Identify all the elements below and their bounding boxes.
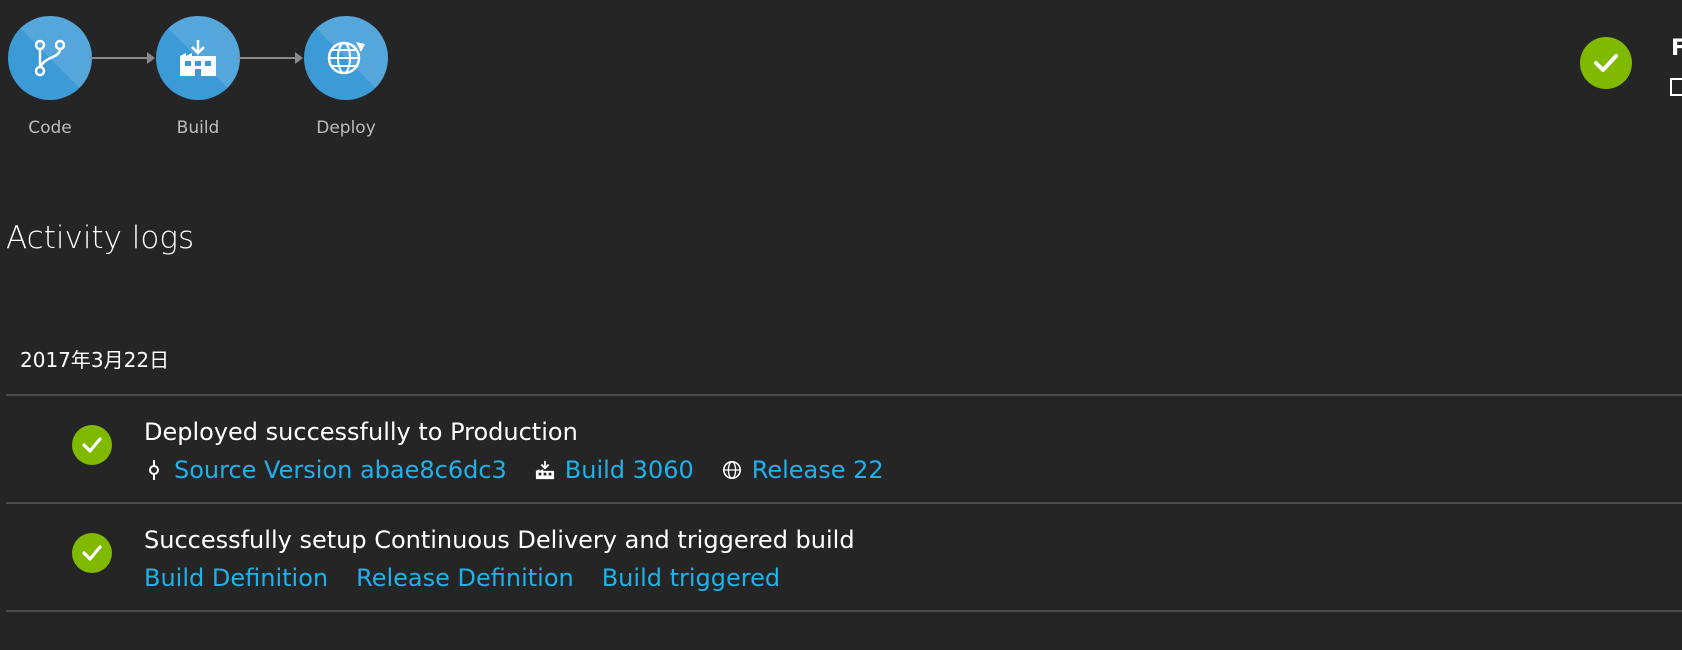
- success-check-icon: [72, 425, 112, 465]
- pipeline-status-success-icon: [1580, 37, 1632, 89]
- checkmark-icon: [1594, 54, 1618, 72]
- release-definition-link-group[interactable]: Release Definition: [356, 564, 574, 592]
- stage-build[interactable]: Build: [153, 16, 243, 138]
- checkmark-icon: [82, 437, 102, 453]
- activity-entry-title: Deployed successfully to Production: [144, 418, 578, 446]
- stage-deploy[interactable]: Deploy: [301, 16, 391, 138]
- factory-icon: [180, 40, 216, 76]
- success-check-icon: [72, 533, 112, 573]
- stage-label-code: Code: [28, 118, 72, 138]
- stage-code[interactable]: Code: [5, 16, 95, 138]
- build-icon: [535, 460, 554, 480]
- commit-icon: [149, 460, 159, 480]
- activity-logs-title: Activity logs: [6, 220, 195, 256]
- pipeline-connector: [89, 52, 155, 64]
- divider: [6, 610, 1682, 612]
- build-link[interactable]: Build 3060: [565, 456, 694, 484]
- globe-icon: [327, 41, 365, 75]
- activity-entry: Deployed successfully to Production Sour…: [6, 396, 1682, 496]
- source-version-link-group[interactable]: Source Version abae8c6dc3: [144, 456, 507, 484]
- branch-icon: [34, 39, 66, 77]
- stage-circle[interactable]: [304, 16, 388, 100]
- pipeline-flow: Code Build Deploy: [5, 16, 425, 146]
- build-triggered-link[interactable]: Build triggered: [602, 564, 780, 592]
- release-link-group[interactable]: Release 22: [722, 456, 884, 484]
- activity-entry: Successfully setup Continuous Delivery a…: [6, 504, 1682, 604]
- build-icon: [1670, 78, 1682, 96]
- activity-date: 2017年3月22日: [20, 348, 170, 372]
- build-definition-link[interactable]: Build Definition: [144, 564, 328, 592]
- release-definition-link[interactable]: Release Definition: [356, 564, 574, 592]
- source-version-link[interactable]: Source Version abae8c6dc3: [174, 456, 507, 484]
- globe-icon: [722, 461, 741, 479]
- build-definition-link-group[interactable]: Build Definition: [144, 564, 328, 592]
- activity-entry-links: Source Version abae8c6dc3 Build 3060 Rel…: [144, 456, 912, 484]
- release-link[interactable]: Release 22: [752, 456, 884, 484]
- build-triggered-link-group[interactable]: Build triggered: [602, 564, 780, 592]
- stage-circle[interactable]: [8, 16, 92, 100]
- stage-circle[interactable]: [156, 16, 240, 100]
- pipeline-connector: [237, 52, 303, 64]
- checkmark-icon: [82, 545, 102, 561]
- activity-entry-title: Successfully setup Continuous Delivery a…: [144, 526, 855, 554]
- activity-entry-links: Build Definition Release Definition Buil…: [144, 564, 808, 592]
- stage-label-build: Build: [176, 118, 220, 138]
- stage-label-deploy: Deploy: [316, 118, 376, 138]
- build-link-group[interactable]: Build 3060: [535, 456, 694, 484]
- status-heading-partial: F: [1671, 36, 1682, 61]
